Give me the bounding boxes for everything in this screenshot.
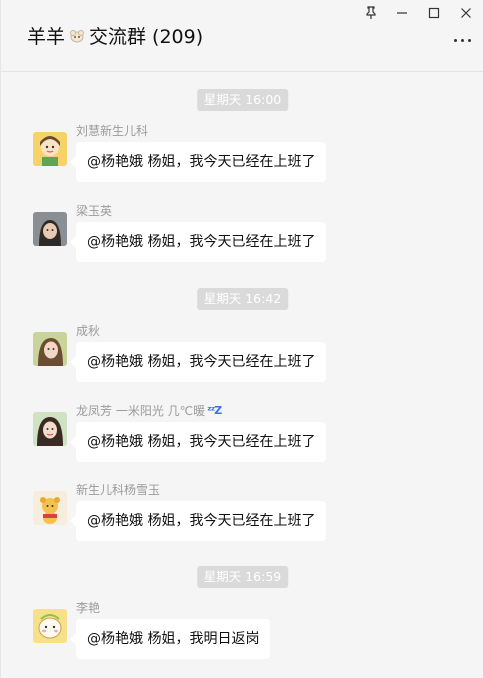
chat-header: 羊羊 交流群 (209)	[1, 0, 483, 72]
message-bubble[interactable]: @杨艳娥 杨姐，我今天已经在上班了	[69, 422, 327, 462]
minimize-icon[interactable]	[392, 5, 412, 21]
chat-window: 羊羊 交流群 (209) 星期天 16:00 刘慧新生儿科 @杨艳娥 杨姐，我今…	[0, 0, 483, 678]
sender-name-text: 龙凤芳 一米阳光 几℃暖	[76, 404, 206, 418]
sender-name: 李艳	[76, 601, 101, 615]
sender-name: 刘慧新生儿科	[76, 124, 149, 138]
avatar[interactable]	[33, 491, 67, 525]
group-title: 羊羊 交流群 (209)	[27, 22, 203, 49]
time-divider: 星期天 16:59	[196, 566, 289, 588]
close-icon[interactable]	[456, 5, 476, 21]
message-bubble[interactable]: @杨艳娥 杨姐，我今天已经在上班了	[69, 222, 327, 262]
sleeping-zzz-icon: ᶻᶻZ	[207, 404, 222, 417]
more-icon[interactable]	[454, 34, 472, 46]
avatar[interactable]	[33, 609, 67, 643]
pin-icon[interactable]	[361, 5, 381, 21]
avatar[interactable]	[33, 212, 67, 246]
message-bubble[interactable]: @杨艳娥 杨姐，我今天已经在上班了	[69, 142, 327, 182]
message-bubble[interactable]: @杨艳娥 杨姐，我明日返岗	[69, 619, 271, 659]
time-divider: 星期天 16:42	[196, 288, 289, 310]
avatar[interactable]	[33, 132, 67, 166]
sender-name: 梁玉英	[76, 204, 113, 218]
sender-name: 龙凤芳 一米阳光 几℃暖 ᶻᶻZ	[76, 402, 222, 419]
message-bubble[interactable]: @杨艳娥 杨姐，我今天已经在上班了	[69, 342, 327, 382]
sender-name: 新生儿科杨雪玉	[76, 483, 161, 497]
sender-name: 成秋	[76, 324, 101, 338]
avatar[interactable]	[33, 332, 67, 366]
sheep-icon	[68, 27, 86, 45]
group-title-part1: 羊羊	[27, 26, 66, 48]
time-divider: 星期天 16:00	[196, 89, 289, 111]
avatar[interactable]	[33, 412, 67, 446]
chat-area[interactable]: 星期天 16:00 刘慧新生儿科 @杨艳娥 杨姐，我今天已经在上班了 梁玉英 @…	[1, 72, 483, 678]
group-title-part2: 交流群 (209)	[89, 26, 204, 48]
message-bubble[interactable]: @杨艳娥 杨姐，我今天已经在上班了	[69, 501, 327, 541]
maximize-icon[interactable]	[424, 5, 444, 21]
